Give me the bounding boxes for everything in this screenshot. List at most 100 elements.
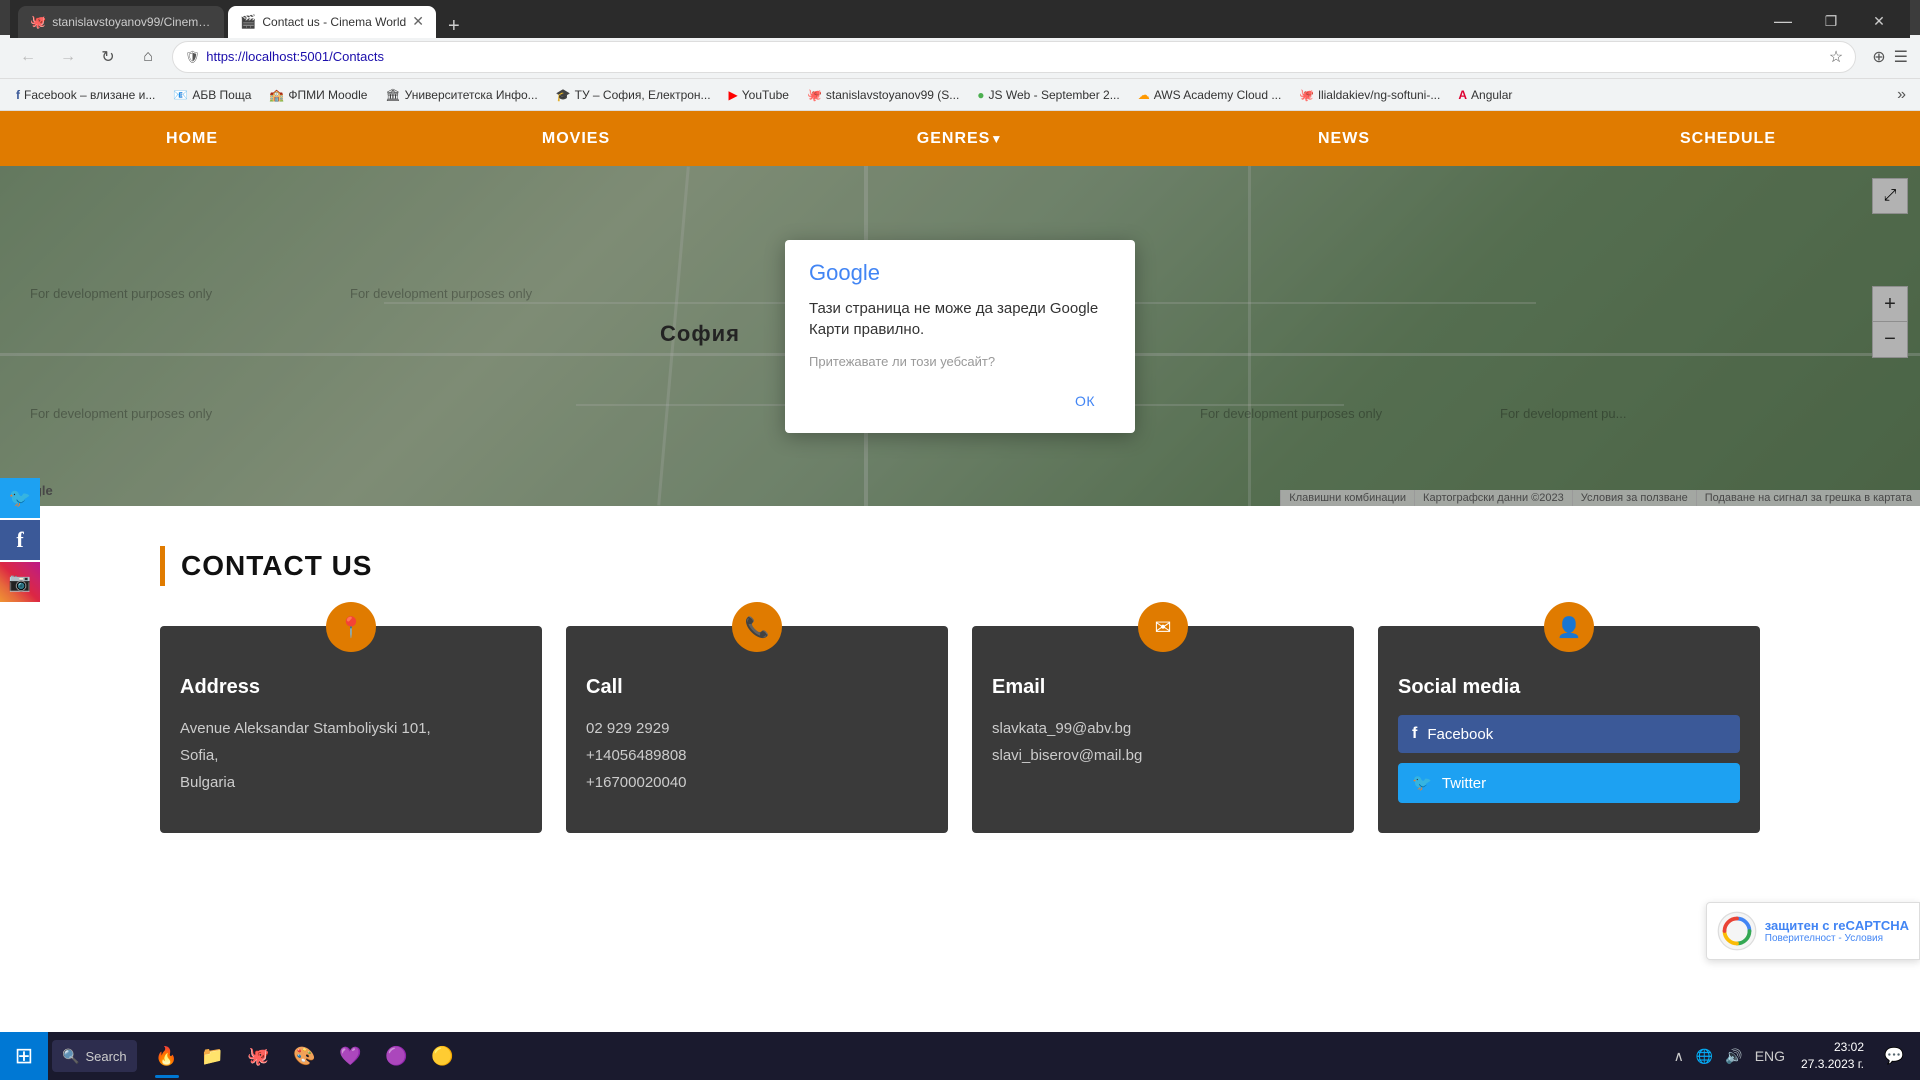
contact-section: CONTACT US 📍 Address Avenue Aleksandar S… — [0, 506, 1920, 873]
facebook-icon: f — [1412, 725, 1417, 743]
dialog-error-text: Тази страница не може да зареди Google К… — [809, 298, 1111, 340]
address-card-title: Address — [180, 676, 522, 699]
home-button[interactable]: ⌂ — [132, 41, 164, 73]
address-bar[interactable]: 🛡 https://localhost:5001/Contacts ☆ — [172, 41, 1856, 73]
start-button[interactable]: ⊞ — [0, 1032, 48, 1080]
security-icon: 🛡 — [185, 50, 200, 64]
nav-news[interactable]: NEWS — [1152, 111, 1536, 166]
clock-date: 27.3.2023 г. — [1801, 1056, 1864, 1073]
taskbar-search[interactable]: 🔍 Search — [52, 1040, 137, 1072]
contact-card-call: 📞 Call 02 929 2929 +14056489808 +1670002… — [566, 626, 948, 833]
contact-title-row: CONTACT US — [160, 546, 1760, 586]
taskbar-search-label: Search — [85, 1049, 126, 1064]
bookmark-github-user[interactable]: 🐙 stanislavstoyanov99 (S... — [799, 86, 967, 104]
nav-genres[interactable]: GENRES — [768, 111, 1152, 166]
recaptcha-icon — [1717, 911, 1757, 951]
contact-card-email: ✉ Email slavkata_99@abv.bg slavi_biserov… — [972, 626, 1354, 833]
notification-center-button[interactable]: 💬 — [1876, 1032, 1912, 1080]
taskbar-app-firefox[interactable]: 🔥 — [145, 1032, 189, 1080]
window-maximize-button[interactable]: ❐ — [1808, 6, 1854, 38]
tab-close-button[interactable]: ✕ — [412, 13, 424, 30]
bookmark-youtube[interactable]: ▶ YouTube — [721, 86, 797, 104]
nav-home[interactable]: HOME — [0, 111, 384, 166]
bookmark-label: Angular — [1471, 88, 1512, 102]
call-card-text: 02 929 2929 +14056489808 +16700020040 — [586, 715, 928, 796]
paint-icon: 🎨 — [291, 1042, 319, 1070]
bookmark-label: YouTube — [742, 88, 789, 102]
email-card-title: Email — [992, 676, 1334, 699]
bookmark-icon: ☁ — [1138, 88, 1150, 102]
contact-card-social: 👤 Social media f Facebook 🐦 Twitter — [1378, 626, 1760, 833]
twitter-label: Twitter — [1442, 775, 1486, 792]
bookmark-angular[interactable]: A Angular — [1450, 86, 1520, 104]
browser-tab-github[interactable]: 🐙 stanislavstoyanov99/CinemaWo... — [18, 6, 224, 38]
bookmark-aws[interactable]: ☁ AWS Academy Cloud ... — [1130, 86, 1290, 104]
back-button[interactable]: ← — [12, 41, 44, 73]
forward-button[interactable]: → — [52, 41, 84, 73]
bookmark-icon: f — [16, 88, 20, 102]
window-minimize-button[interactable]: — — [1760, 6, 1806, 38]
call-card-icon: 📞 — [732, 602, 782, 652]
dialog-sub-text: Притежавате ли този уебсайт? — [809, 354, 1111, 369]
taskbar-app-vs[interactable]: 💜 — [329, 1032, 373, 1080]
recaptcha-links[interactable]: Поверителност - Условия — [1765, 933, 1909, 944]
misc-app-icon-1: 🟣 — [383, 1042, 411, 1070]
new-tab-button[interactable]: + — [440, 15, 468, 38]
taskbar-app-explorer[interactable]: 📁 — [191, 1032, 235, 1080]
contact-card-address: 📍 Address Avenue Aleksandar Stamboliyski… — [160, 626, 542, 833]
floating-instagram-button[interactable]: 📷 — [0, 562, 40, 602]
window-close-button[interactable]: ✕ — [1856, 6, 1902, 38]
bookmark-label: Университетска Инфо... — [405, 88, 538, 102]
social-card-title: Social media — [1398, 676, 1740, 699]
network-icon[interactable]: 🌐 — [1692, 1048, 1717, 1065]
bookmark-star-icon[interactable]: ☆ — [1829, 47, 1843, 67]
taskbar-app-misc1[interactable]: 🟣 — [375, 1032, 419, 1080]
bookmarks-more-button[interactable]: » — [1891, 84, 1912, 106]
app-content: HOME MOVIES GENRES NEWS SCHEDULE For dev… — [0, 111, 1920, 873]
dialog-ok-button[interactable]: ОК — [1059, 385, 1111, 417]
bookmarks-bar: f Facebook – влизане и... 📧 АБВ Поща 🏫 Ф… — [0, 79, 1920, 111]
contact-title-accent-bar — [160, 546, 165, 586]
bookmark-abv[interactable]: 📧 АБВ Поща — [165, 86, 259, 104]
bookmark-ng-softuni[interactable]: 🐙 llialdakiev/ng-softuni-... — [1291, 86, 1448, 104]
taskbar-chevron-icon[interactable]: ∧ — [1670, 1048, 1688, 1065]
bookmark-moodle[interactable]: 🏫 ФПМИ Moodle — [261, 86, 375, 104]
browser-menu-icon[interactable]: ☰ — [1894, 47, 1908, 67]
taskbar-clock[interactable]: 23:02 27.3.2023 г. — [1793, 1039, 1872, 1073]
taskbar-search-icon: 🔍 — [62, 1048, 79, 1065]
taskbar-app-paint[interactable]: 🎨 — [283, 1032, 327, 1080]
recaptcha-text: защитен с reCAPTCHA Поверителност - Усло… — [1765, 918, 1909, 944]
facebook-social-button[interactable]: f Facebook — [1398, 715, 1740, 753]
site-nav: HOME MOVIES GENRES NEWS SCHEDULE — [0, 111, 1920, 166]
dialog-google-logo: Google — [809, 260, 1111, 286]
floating-facebook-button[interactable]: f — [0, 520, 40, 560]
browser-nav-bar: ← → ↻ ⌂ 🛡 https://localhost:5001/Contact… — [0, 35, 1920, 79]
recaptcha-badge: защитен с reCAPTCHA Поверителност - Усло… — [1706, 902, 1920, 960]
visual-studio-icon: 💜 — [337, 1042, 365, 1070]
bookmark-jsweb[interactable]: ● JS Web - September 2... — [969, 86, 1127, 104]
taskbar-app-misc2[interactable]: 🟡 — [421, 1032, 465, 1080]
address-card-text: Avenue Aleksandar Stamboliyski 101, Sofi… — [180, 715, 522, 796]
bookmark-label: JS Web - September 2... — [989, 88, 1120, 102]
browser-tab-cinema[interactable]: 🎬 Contact us - Cinema World ✕ — [228, 6, 436, 38]
taskbar-app-github[interactable]: 🐙 — [237, 1032, 281, 1080]
refresh-button[interactable]: ↻ — [92, 41, 124, 73]
call-card-title: Call — [586, 676, 928, 699]
bookmark-facebook[interactable]: f Facebook – влизане и... — [8, 86, 163, 104]
address-card-icon: 📍 — [326, 602, 376, 652]
twitter-social-button[interactable]: 🐦 Twitter — [1398, 763, 1740, 803]
bookmark-icon: 🐙 — [1299, 88, 1314, 102]
clock-time: 23:02 — [1801, 1039, 1864, 1056]
bookmark-icon: 🏫 — [269, 88, 284, 102]
nav-schedule[interactable]: SCHEDULE — [1536, 111, 1920, 166]
dialog-button-row: ОК — [809, 385, 1111, 417]
bookmark-tu[interactable]: 🎓 ТУ – София, Електрон... — [548, 86, 719, 104]
recaptcha-protected-text: защитен с reCAPTCHA — [1765, 918, 1909, 933]
browser-action-icon[interactable]: ⊕ — [1872, 47, 1885, 67]
floating-twitter-button[interactable]: 🐦 — [0, 478, 40, 518]
bookmark-university[interactable]: 🏛 Университетска Инфо... — [377, 86, 545, 104]
bookmark-icon: 🐙 — [807, 88, 822, 102]
bookmark-icon: 🎓 — [556, 88, 571, 102]
nav-movies[interactable]: MOVIES — [384, 111, 768, 166]
volume-icon[interactable]: 🔊 — [1721, 1048, 1746, 1065]
